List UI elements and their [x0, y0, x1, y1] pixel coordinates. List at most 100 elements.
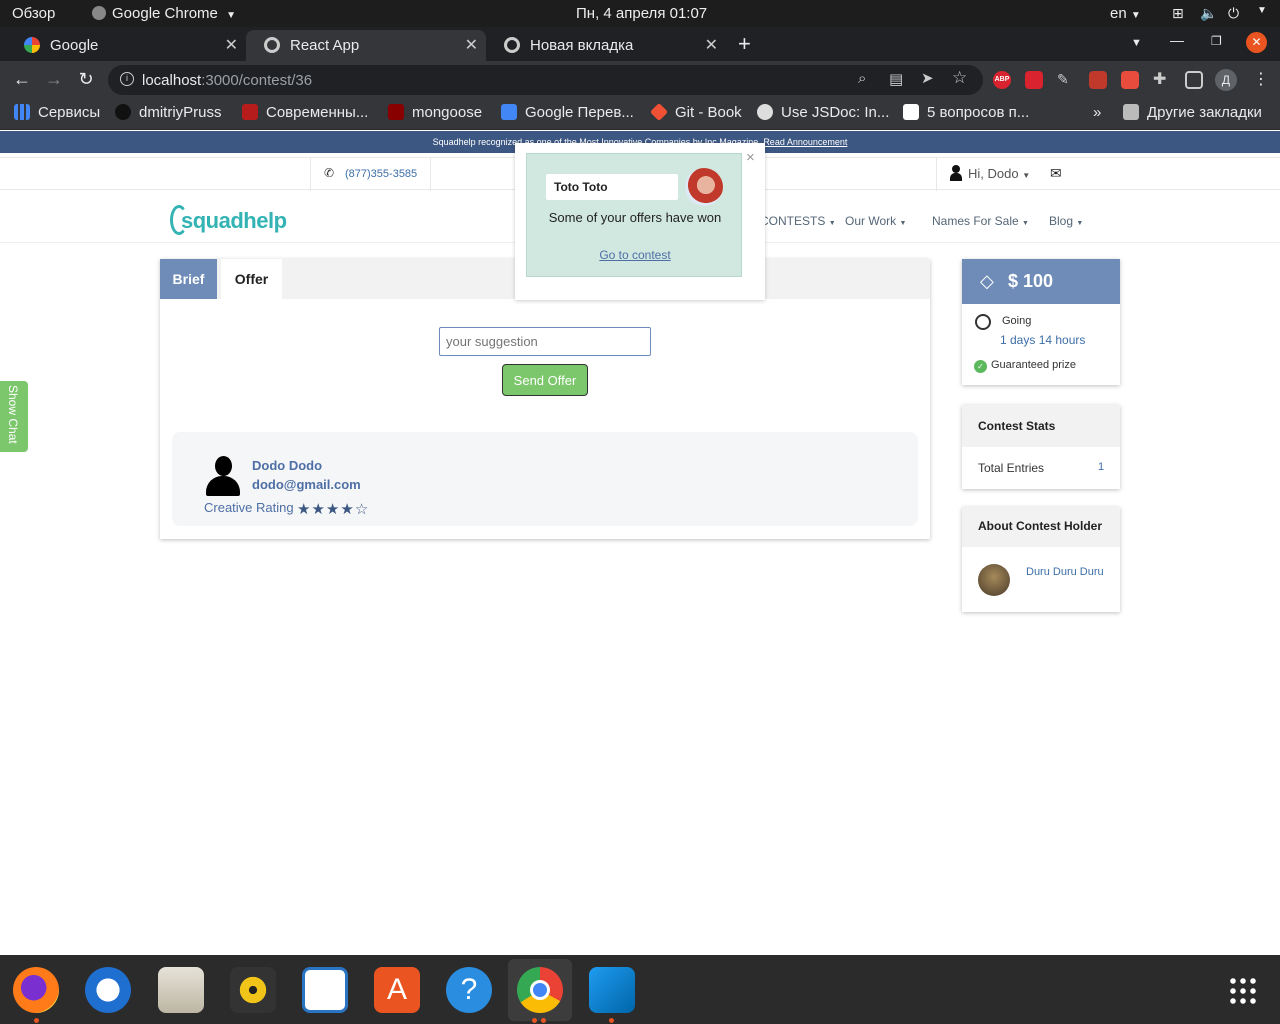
zoom-icon[interactable]: ⌕	[858, 70, 866, 87]
chrome-small-icon	[92, 6, 106, 20]
bookmarks-overflow-icon[interactable]: »	[1093, 104, 1101, 121]
chevron-down-icon[interactable]: ▼	[1257, 5, 1267, 16]
apps-grid-icon	[14, 104, 30, 120]
back-icon[interactable]: ←	[11, 69, 33, 90]
user-avatar-silhouette-icon	[206, 456, 240, 496]
url-path: :3000/contest/36	[201, 72, 313, 89]
offer-author-name: Dodo Dodo	[252, 458, 323, 473]
profile-avatar[interactable]: Д	[1215, 69, 1237, 91]
files-icon[interactable]	[158, 967, 204, 1013]
app-menu[interactable]: Google Chrome ▼	[92, 5, 236, 22]
bookmark-label: 5 вопросов п...	[927, 104, 1030, 121]
mail-icon[interactable]: ✉	[1050, 165, 1062, 182]
total-entries-label: Total Entries	[978, 461, 1045, 475]
nav-blog[interactable]: Blog ▼	[1049, 214, 1083, 228]
bookmark-services[interactable]: Сервисы	[14, 104, 100, 121]
caret-down-icon: ▼	[1022, 220, 1029, 227]
show-chat-tab[interactable]: Show Chat	[0, 381, 28, 452]
bookmark-other[interactable]: Другие закладки	[1123, 104, 1262, 121]
pen-icon[interactable]: ✎	[1057, 71, 1075, 89]
vscode-icon[interactable]	[589, 967, 635, 1013]
bookmark-github[interactable]: dmitriyPruss	[115, 104, 222, 121]
info-icon[interactable]: i	[120, 72, 134, 86]
language-label: en	[1110, 5, 1127, 22]
sidepanel-icon[interactable]	[1185, 71, 1203, 89]
user-silhouette-icon	[950, 165, 962, 181]
new-tab-plus-icon[interactable]: +	[738, 31, 751, 57]
app-grid-icon[interactable]	[1228, 976, 1258, 1006]
thunderbird-icon[interactable]	[85, 967, 131, 1013]
minimize-icon[interactable]: —	[1170, 32, 1184, 48]
nav-our-work[interactable]: Our Work ▼	[845, 214, 906, 228]
holder-header: About Contest Holder	[962, 507, 1120, 547]
phone-number[interactable]: (877)355-3585	[345, 168, 417, 180]
url-host: localhost	[142, 72, 202, 89]
volume-icon[interactable]: 🔈	[1200, 5, 1217, 22]
caret-down-icon: ▼	[899, 220, 907, 227]
bookmark-label: dmitriyPruss	[139, 104, 222, 121]
offer-item: Dodo Dodo dodo@gmail.com Creative Rating…	[172, 432, 918, 526]
help-icon[interactable]: ?	[446, 967, 492, 1013]
site-logo[interactable]: squadhelp	[181, 208, 287, 234]
chrome-icon[interactable]	[517, 967, 563, 1013]
close-icon[interactable]: ✕	[705, 35, 718, 55]
close-icon[interactable]: ✕	[465, 35, 478, 55]
tab-offer[interactable]: Offer	[221, 259, 282, 299]
notification-message: Some of your offers have won	[548, 210, 722, 225]
language-indicator[interactable]: en ▼	[1110, 5, 1141, 22]
close-icon[interactable]: ✕	[225, 35, 238, 55]
send-offer-button[interactable]: Send Offer	[502, 364, 588, 396]
puzzle-icon[interactable]: ✚	[1153, 69, 1171, 88]
go-to-contest-link[interactable]: Go to contest	[527, 248, 743, 262]
rhythmbox-icon[interactable]	[230, 967, 276, 1013]
bookmark-5-questions[interactable]: 5 вопросов п...	[903, 104, 1029, 121]
tab-brief[interactable]: Brief	[160, 259, 217, 299]
time-left: 1 days 14 hours	[1000, 333, 1086, 347]
suggestion-input[interactable]	[439, 327, 651, 356]
nav-names-for-sale[interactable]: Names For Sale ▼	[932, 214, 1029, 228]
extension-gift-icon[interactable]	[1089, 71, 1107, 89]
clock[interactable]: Пн, 4 апреля 01:07	[576, 5, 707, 22]
bookmark-star-icon[interactable]: ☆	[952, 68, 967, 88]
bookmark-translate[interactable]: Google Перев...	[501, 104, 634, 121]
tab-google[interactable]: Google ✕	[6, 30, 247, 61]
stats-header: Contest Stats	[962, 405, 1120, 447]
nav-contests[interactable]: CONTESTS ▼	[760, 214, 836, 228]
reader-icon[interactable]: ▤	[889, 70, 903, 88]
reload-icon[interactable]: ↻	[75, 69, 97, 90]
network-icon[interactable]: ⊞	[1172, 5, 1184, 22]
extension-doc-icon[interactable]	[1121, 71, 1139, 89]
bookmark-label: Сервисы	[38, 104, 101, 121]
tab-react-app[interactable]: React App ✕	[246, 30, 486, 61]
window-close-icon[interactable]: ✕	[1246, 32, 1267, 53]
bookmark-git-book[interactable]: Git - Book	[649, 102, 742, 122]
menu-kebab-icon[interactable]: ⋮	[1253, 69, 1269, 89]
forward-icon[interactable]: →	[43, 69, 65, 90]
tab-title: Google	[50, 37, 99, 54]
power-icon[interactable]: ⏻	[1228, 5, 1239, 22]
firefox-icon[interactable]	[13, 967, 59, 1013]
tab-new-tab[interactable]: Новая вкладка ✕	[486, 30, 726, 61]
bookmark-jsdoc[interactable]: Use JSDoc: In...	[757, 104, 889, 121]
maximize-icon[interactable]: ❐	[1211, 34, 1222, 48]
holder-name[interactable]: Duru Duru Duru	[1026, 562, 1110, 582]
show-chat-label: Show Chat	[6, 385, 20, 444]
close-icon[interactable]: ×	[746, 149, 755, 166]
libreoffice-writer-icon[interactable]	[302, 967, 348, 1013]
tab-strip: Google ✕ React App ✕ Новая вкладка ✕ + ▼…	[0, 27, 1280, 61]
extension-red-icon[interactable]	[1025, 71, 1043, 89]
software-center-icon[interactable]: A	[374, 967, 420, 1013]
bookmark-mongoose[interactable]: mongoose	[388, 104, 482, 121]
user-menu[interactable]: Hi, Dodo ▼	[968, 166, 1030, 181]
notification-user: Toto Toto	[546, 174, 678, 200]
chevron-down-icon: ▼	[1130, 10, 1141, 21]
send-icon[interactable]: ➤	[921, 69, 934, 87]
activities-button[interactable]: Обзор	[12, 5, 55, 22]
announcement-link[interactable]: Read Announcement	[763, 137, 847, 147]
bookmark-label: Современны...	[266, 104, 369, 121]
guaranteed-prize: Guaranteed prize	[991, 359, 1076, 371]
bookmark-modern[interactable]: Современны...	[242, 104, 368, 121]
tab-search-chevron-icon[interactable]: ▼	[1131, 37, 1142, 49]
address-bar[interactable]: i localhost:3000/contest/36 ⌕ ▤ ➤ ☆	[108, 65, 983, 95]
adblock-icon[interactable]: ABP	[993, 71, 1011, 89]
